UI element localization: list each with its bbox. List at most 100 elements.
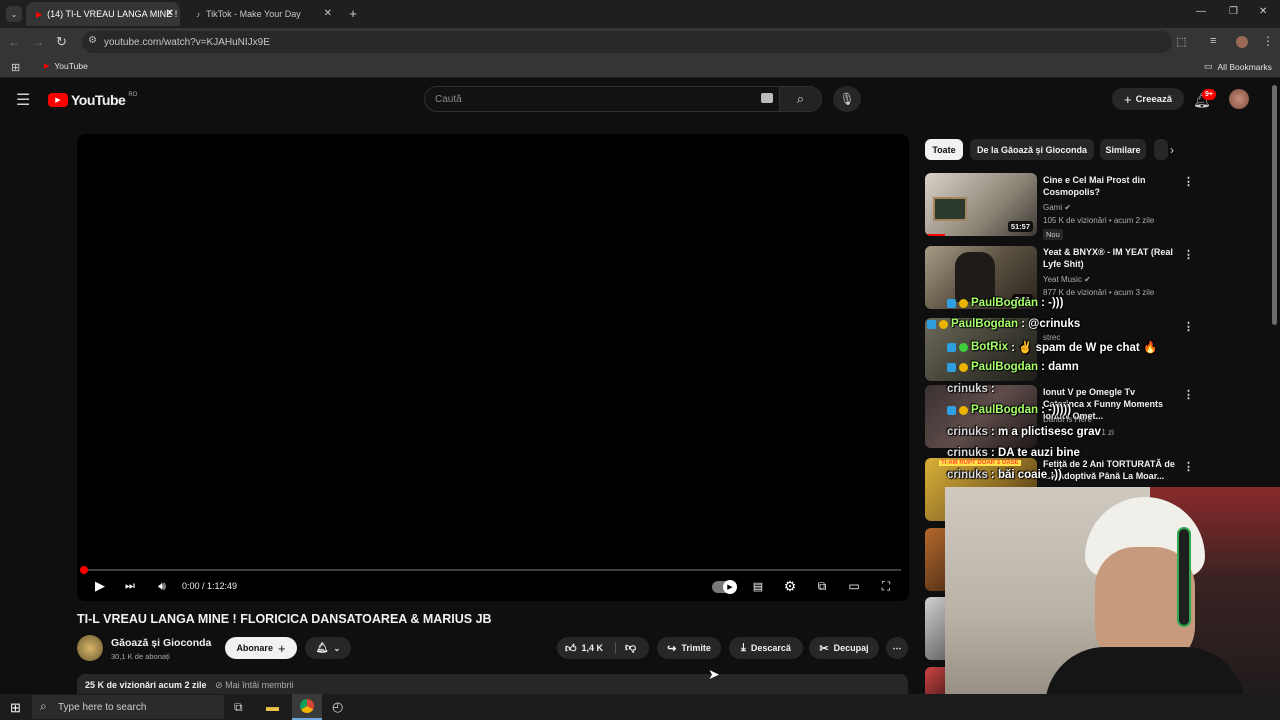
- like-count[interactable]: 1,4 K: [582, 643, 604, 653]
- profile-avatar[interactable]: [1236, 36, 1248, 48]
- page-scrollbar[interactable]: [1272, 85, 1277, 325]
- search-input[interactable]: Caută: [424, 86, 780, 112]
- settings-gear-icon[interactable]: ⚙: [782, 578, 798, 594]
- extensions-icon[interactable]: ⬚: [1176, 35, 1186, 48]
- close-tab-icon[interactable]: ✕: [324, 8, 332, 19]
- tab-tiktok[interactable]: ♪ TikTok - Make Your Day ✕: [186, 2, 340, 26]
- watch-progress: [925, 234, 945, 236]
- tab-youtube[interactable]: ▶ (14) TI-L VREAU LANGA MINE ! ✕: [26, 2, 180, 26]
- subscribe-button[interactable]: Abonare +: [225, 637, 297, 659]
- chevron-down-icon: ⌄: [333, 643, 341, 653]
- chip-related[interactable]: Similare: [1100, 139, 1146, 160]
- download-button[interactable]: ⤓ Descarcă: [729, 637, 803, 659]
- keyboard-icon[interactable]: [761, 93, 773, 103]
- dislike-icon[interactable]: 👎︎: [625, 641, 636, 654]
- chip-all[interactable]: Toate: [925, 139, 963, 160]
- more-vertical-icon[interactable]: ⋮: [1183, 460, 1194, 473]
- notification-count-badge: 9+: [1202, 89, 1216, 100]
- account-avatar[interactable]: [1229, 89, 1249, 109]
- bookmark-youtube[interactable]: ▶ YouTube: [44, 61, 88, 71]
- file-explorer-icon[interactable]: ▬: [266, 699, 279, 714]
- chat-badge-icon: [947, 298, 956, 308]
- more-actions-button[interactable]: ⋯: [886, 637, 908, 659]
- chat-message: PaulBogdan: @crinuks: [927, 318, 1080, 330]
- close-window-icon[interactable]: ✕: [1259, 6, 1267, 17]
- notification-preferences-button[interactable]: 🔔︎ ⌄: [305, 637, 351, 659]
- chat-message: PaulBogdan: -))): [947, 297, 1063, 309]
- apps-grid-icon[interactable]: ⊞: [11, 61, 20, 74]
- video-player[interactable]: [77, 134, 909, 601]
- volume-icon[interactable]: 🔊︎: [154, 578, 170, 594]
- channel-name[interactable]: Găoază și Gioconda: [111, 637, 211, 649]
- task-view-icon[interactable]: ⧉: [234, 700, 243, 715]
- bell-icon: 🔔︎: [315, 642, 329, 654]
- description-box[interactable]: 25 K de vizionări acum 2 zile ⊘ Mai întâ…: [77, 674, 908, 694]
- forward-icon[interactable]: →: [32, 35, 44, 49]
- subtitles-icon[interactable]: ▤: [750, 580, 766, 593]
- more-vertical-icon[interactable]: ⋮: [1183, 248, 1194, 261]
- scissors-icon: ✂: [819, 642, 829, 655]
- related-title[interactable]: Fetiță de 2 Ani TORTURATĂ de ...a Adopti…: [1043, 458, 1178, 482]
- chat-message: crinuks:: [947, 383, 995, 395]
- related-channel[interactable]: Gami ✔: [1043, 203, 1071, 212]
- create-button[interactable]: + Creează: [1112, 88, 1184, 110]
- share-button[interactable]: ↪ Trimite: [657, 637, 721, 659]
- chat-message: crinuks: m a plictisesc grav: [947, 426, 1101, 438]
- app-icon[interactable]: ◴: [332, 699, 343, 715]
- restore-icon[interactable]: ❐: [1229, 6, 1238, 17]
- channel-avatar[interactable]: [77, 635, 103, 661]
- webcam-headset: [1177, 527, 1191, 627]
- voice-search-button[interactable]: 🎙: [833, 86, 861, 112]
- menu-hamburger-icon[interactable]: ☰: [16, 90, 30, 110]
- site-info-icon[interactable]: ⚙: [88, 35, 97, 46]
- close-tab-icon[interactable]: ✕: [166, 8, 174, 19]
- play-icon[interactable]: ▶: [92, 578, 108, 594]
- related-thumbnail[interactable]: [925, 528, 945, 591]
- progress-bar[interactable]: [83, 569, 901, 571]
- more-vertical-icon[interactable]: ⋮: [1183, 175, 1194, 188]
- more-vertical-icon[interactable]: ⋮: [1183, 388, 1194, 401]
- related-title[interactable]: Yeat & BNYX® - IM YEAT (Real Lyfe Shit): [1043, 246, 1178, 270]
- back-icon[interactable]: ←: [8, 35, 20, 49]
- address-bar[interactable]: ⚙ youtube.com/watch?v=KJAHuNIJx9E: [82, 31, 1172, 53]
- tab-search-icon[interactable]: ⌄: [6, 6, 22, 22]
- chat-message: PaulBogdan: damn: [947, 361, 1079, 373]
- related-thumbnail[interactable]: [925, 667, 945, 694]
- new-tab-button[interactable]: +: [346, 6, 360, 21]
- browser-menu-icon[interactable]: ⋮: [1262, 34, 1274, 48]
- related-channel[interactable]: Yeat Music ✔: [1043, 275, 1091, 284]
- autoplay-toggle[interactable]: ▶: [712, 580, 737, 594]
- chat-badge-icon: [959, 342, 968, 352]
- theater-mode-icon[interactable]: ▭: [846, 578, 862, 594]
- like-icon[interactable]: 👍︎: [565, 642, 577, 655]
- next-icon[interactable]: ⏭: [122, 578, 138, 594]
- subscriber-count: 30,1 K de abonați: [111, 652, 170, 661]
- miniplayer-icon[interactable]: ⧉: [814, 578, 830, 594]
- verified-icon: ✔: [1084, 275, 1091, 284]
- minimize-icon[interactable]: —: [1196, 6, 1206, 17]
- taskbar-search[interactable]: ⌕ Type here to search: [32, 695, 224, 719]
- youtube-logo[interactable]: ▶ YouTube RO: [48, 92, 137, 108]
- reload-icon[interactable]: ↻: [56, 34, 67, 50]
- all-bookmarks[interactable]: ▭ All Bookmarks: [1204, 61, 1272, 72]
- chat-badge-icon: [927, 319, 936, 329]
- clip-button[interactable]: ✂ Decupaj: [809, 637, 879, 659]
- reading-list-icon[interactable]: ≡: [1210, 35, 1216, 47]
- related-thumbnail[interactable]: [925, 597, 945, 660]
- search-button[interactable]: ⌕: [780, 86, 822, 112]
- fullscreen-icon[interactable]: ⛶: [878, 578, 894, 594]
- related-channel[interactable]: Danut is Here: [1043, 415, 1092, 424]
- search-icon: ⌕: [796, 91, 805, 106]
- related-thumbnail[interactable]: 51:57: [925, 173, 1037, 236]
- windows-start-icon[interactable]: ⊞: [10, 700, 21, 716]
- progress-scrubber-handle[interactable]: [80, 566, 88, 574]
- taskbar-chrome[interactable]: [292, 694, 322, 720]
- more-vertical-icon[interactable]: ⋮: [1183, 320, 1194, 333]
- thumbnail-figure: [955, 252, 995, 302]
- folder-icon: ▭: [1204, 61, 1213, 71]
- chip-from-channel[interactable]: De la Găoază și Gioconda: [970, 139, 1094, 160]
- chat-message: crinuks: băi coaie ;)): [947, 469, 1062, 481]
- bookmarks-bar: ⊞ ▶ YouTube ▭ All Bookmarks: [0, 56, 1280, 78]
- related-title[interactable]: Cine e Cel Mai Prost din Cosmopolis?: [1043, 174, 1178, 198]
- chevron-right-icon[interactable]: ›: [1170, 143, 1174, 157]
